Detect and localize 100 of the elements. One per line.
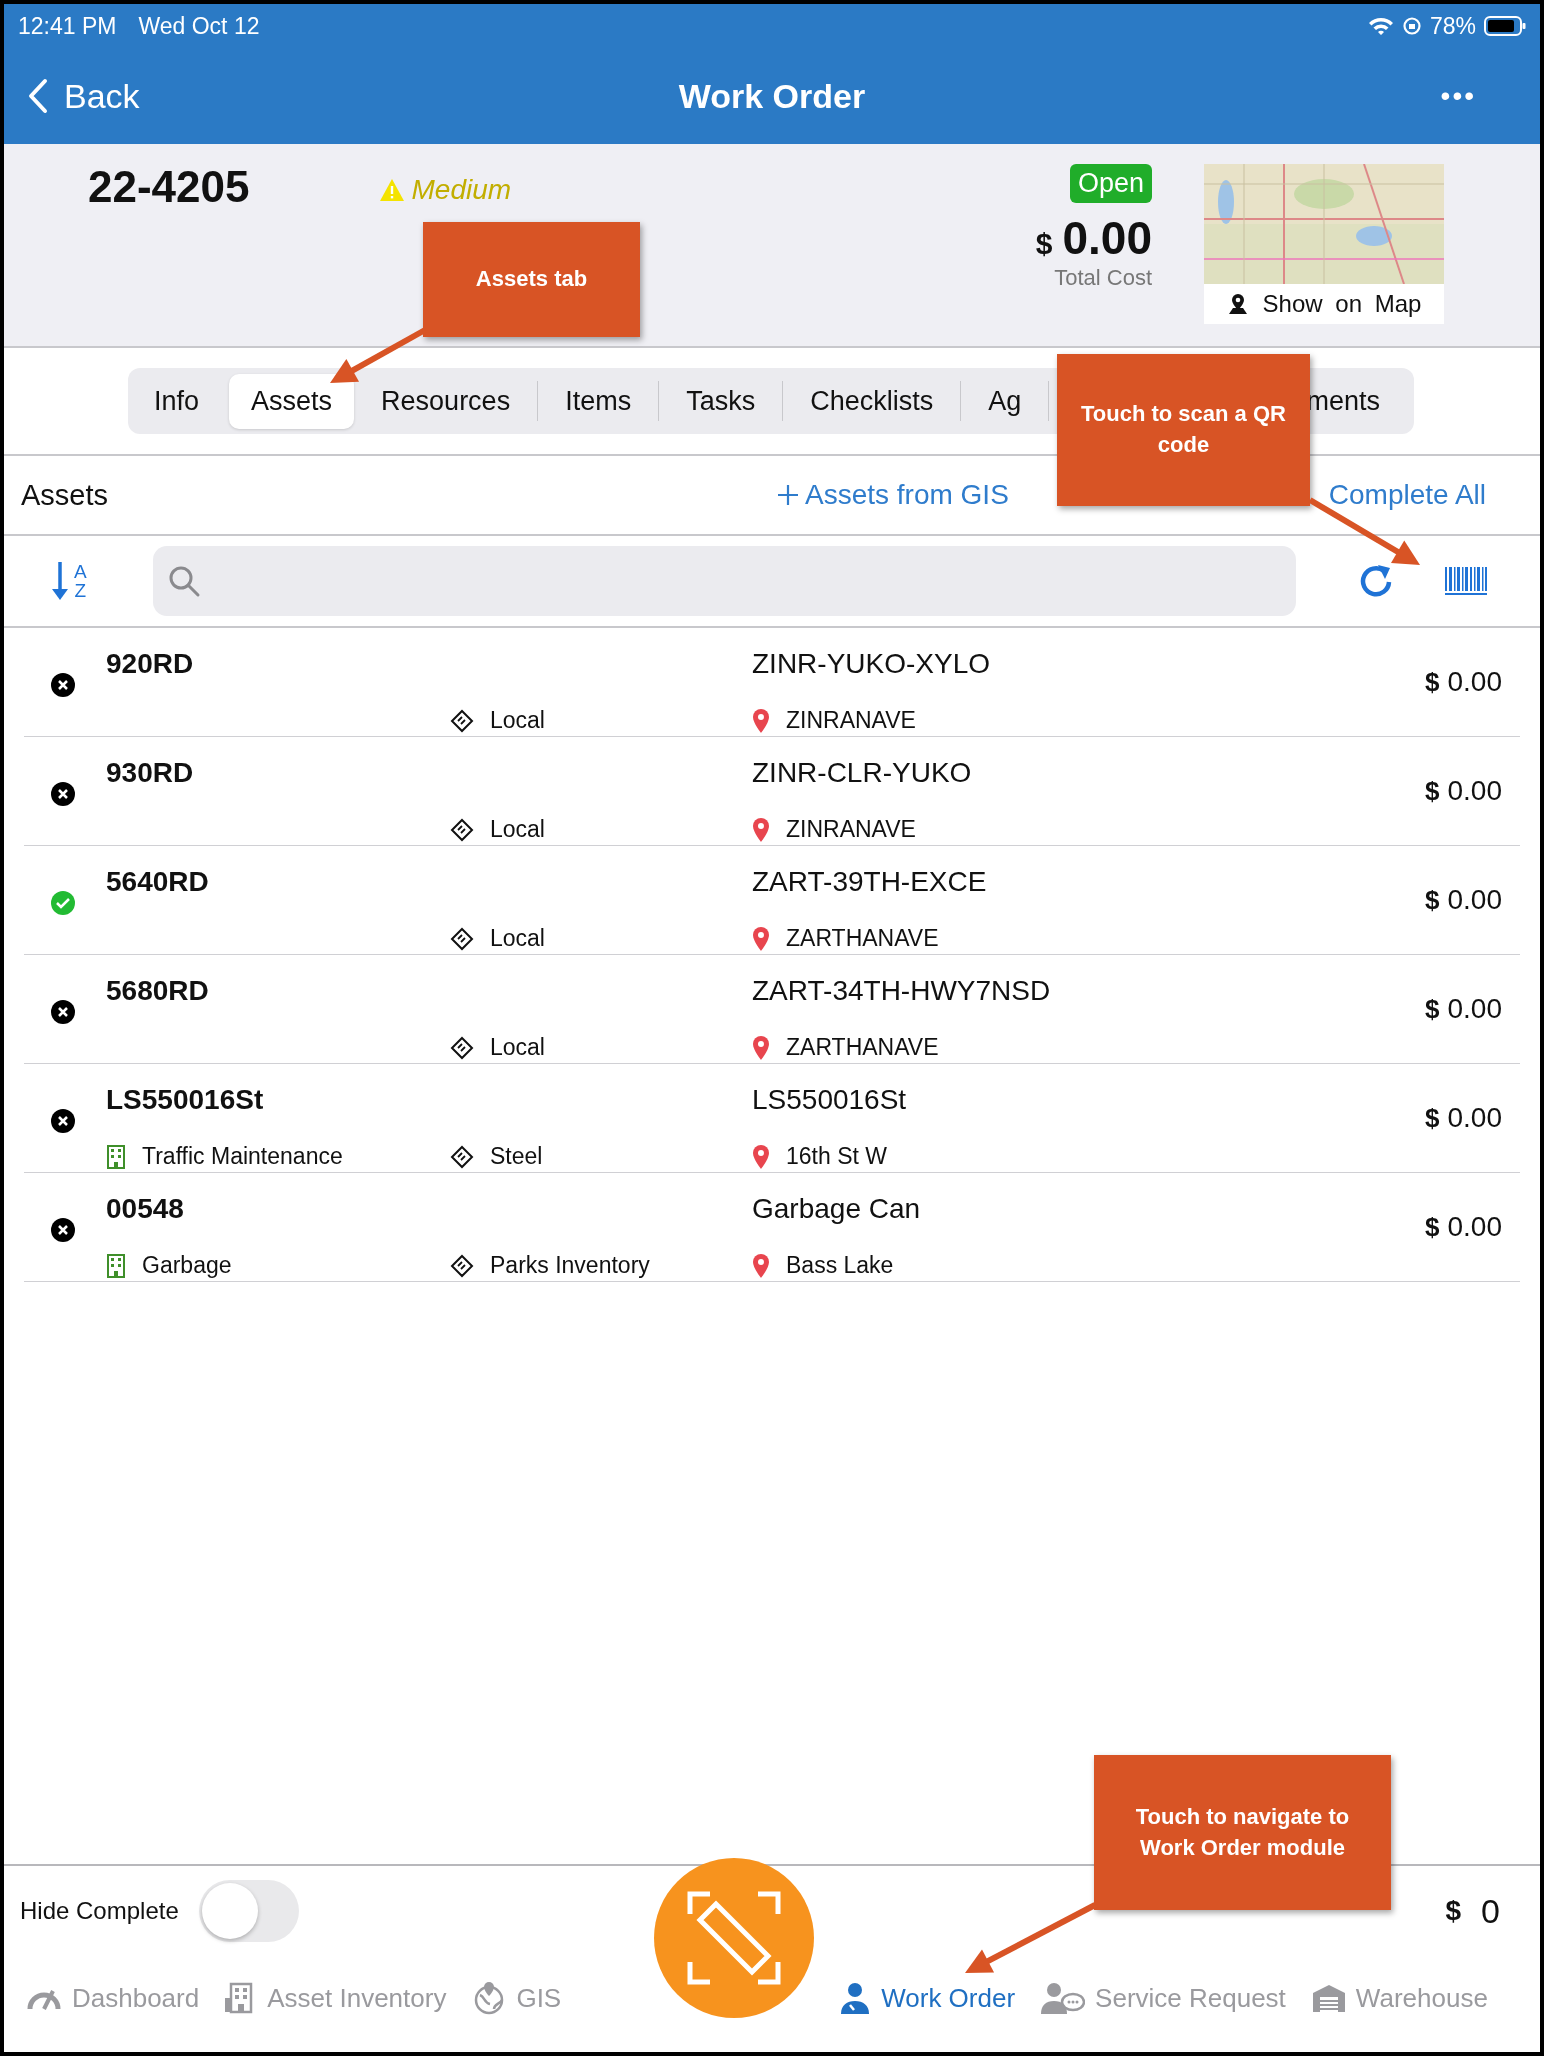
nav-item[interactable]: Dashboard <box>26 1982 200 2014</box>
asset-location: ZINRANAVE <box>786 816 916 843</box>
close-circle-icon[interactable] <box>50 781 76 807</box>
footer-total: 0 <box>1481 1891 1500 1931</box>
tab[interactable]: Tasks <box>659 373 783 429</box>
nav-item[interactable]: Work Order <box>839 1981 1016 2015</box>
currency-symbol: $ <box>1425 666 1440 698</box>
currency-symbol: $ <box>1425 884 1440 916</box>
hide-complete-label: Hide Complete <box>20 1897 179 1925</box>
callout: Touch to navigate to Work Order module <box>1094 1755 1391 1910</box>
asset-id: LS550016St <box>106 1084 265 1116</box>
nav-item[interactable]: GIS <box>472 1981 562 2015</box>
currency-symbol: $ <box>1425 993 1440 1025</box>
tab[interactable]: Ag <box>961 373 1049 429</box>
currency-symbol: $ <box>1425 1211 1440 1243</box>
complete-all-button[interactable]: Complete All <box>1328 479 1486 511</box>
asset-description: Garbage Can <box>752 1193 922 1225</box>
asset-location: ZARTHANAVE <box>786 925 939 952</box>
chevron-left-icon <box>28 78 48 114</box>
asset-id: 930RD <box>106 757 195 789</box>
close-circle-icon[interactable] <box>50 1108 76 1134</box>
asset-location: ZINRANAVE <box>786 707 916 734</box>
battery-icon <box>1484 16 1526 36</box>
search-field[interactable] <box>152 546 1296 616</box>
tab[interactable]: Checklists <box>783 373 961 429</box>
close-circle-icon[interactable] <box>50 999 76 1025</box>
tab[interactable]: Info <box>132 373 230 429</box>
worker-icon <box>839 1981 872 2015</box>
section-title: Assets <box>21 478 109 512</box>
scan-frame-icon <box>686 1890 782 1986</box>
asset-type: Parks Inventory <box>490 1252 650 1279</box>
close-circle-icon[interactable] <box>50 1217 76 1243</box>
asset-location: ZARTHANAVE <box>786 1034 939 1061</box>
location-pin-icon <box>752 707 770 734</box>
tab[interactable]: Items <box>538 373 659 429</box>
asset-category: Garbage <box>142 1252 232 1279</box>
barcode-icon[interactable] <box>1443 565 1488 597</box>
asset-type: Local <box>490 816 545 843</box>
location-pin-icon <box>752 1252 770 1279</box>
sort-button[interactable]: A Z <box>50 560 87 602</box>
down-arrow-icon <box>50 560 70 602</box>
callout: Assets tab <box>423 222 640 337</box>
tag-icon <box>450 708 474 733</box>
asset-description: ZART-39TH-EXCE <box>752 866 988 898</box>
battery-percentage: 78% <box>1429 12 1476 40</box>
tag-icon <box>450 1253 474 1278</box>
nav-item[interactable]: Asset Inventory <box>225 1982 447 2014</box>
location-pin-icon <box>752 816 770 843</box>
priority-label: Medium <box>411 174 512 206</box>
asset-cost: 0.00 <box>1447 993 1502 1025</box>
building-icon <box>106 1253 126 1278</box>
warehouse-icon <box>1311 1983 1346 2013</box>
tab[interactable]: Resources <box>354 373 538 429</box>
asset-id: 5640RD <box>106 866 210 898</box>
location-pin-icon <box>752 925 770 952</box>
currency-symbol: $ <box>1425 775 1440 807</box>
warning-icon <box>379 178 406 202</box>
tab[interactable]: Assets <box>229 373 355 429</box>
asset-description: LS550016St <box>752 1084 908 1116</box>
asset-description: ZINR-YUKO-XYLO <box>752 648 992 680</box>
asset-cost: 0.00 <box>1447 1102 1502 1134</box>
status-date: Wed Oct 12 <box>138 12 260 40</box>
tag-icon <box>450 1035 474 1060</box>
more-button[interactable]: ••• <box>1440 76 1516 116</box>
asset-type: Local <box>490 707 545 734</box>
assets-from-gis-button[interactable]: Assets from GIS <box>777 479 1009 511</box>
nav-item[interactable]: Service Request <box>1041 1981 1286 2015</box>
asset-description: ZART-34TH-HWY7NSD <box>752 975 1052 1007</box>
tag-icon <box>450 926 474 951</box>
total-cost-label: Total Cost <box>1054 265 1152 291</box>
back-button[interactable]: Back <box>28 72 140 120</box>
asset-id: 5680RD <box>106 975 210 1007</box>
tag-icon <box>450 1144 474 1169</box>
plus-icon <box>777 484 799 506</box>
close-circle-icon[interactable] <box>50 672 76 698</box>
asset-location: Bass Lake <box>786 1252 894 1279</box>
currency-symbol: $ <box>1445 1895 1462 1927</box>
currency-symbol: $ <box>1425 1102 1440 1134</box>
show-on-map-button[interactable]: Show on Map <box>1204 284 1444 324</box>
building-icon <box>106 1144 126 1169</box>
person-chat-icon <box>1041 1981 1086 2015</box>
total-cost-amount: 0.00 <box>1062 211 1152 265</box>
asset-id: 00548 <box>106 1193 185 1225</box>
asset-cost: 0.00 <box>1447 1211 1502 1243</box>
asset-type: Local <box>490 925 545 952</box>
currency-symbol: $ <box>1035 227 1053 261</box>
asset-type: Steel <box>490 1143 543 1170</box>
tag-icon <box>450 817 474 842</box>
asset-description: ZINR-CLR-YUKO <box>752 757 973 789</box>
asset-type: Local <box>490 1034 545 1061</box>
asset-cost: 0.00 <box>1447 666 1502 698</box>
asset-id: 920RD <box>106 648 195 680</box>
check-circle-icon[interactable] <box>50 890 76 916</box>
rotation-lock-icon <box>1401 16 1422 36</box>
location-pin-icon <box>752 1143 770 1170</box>
status-badge: Open <box>1069 164 1152 203</box>
nav-item[interactable]: Warehouse <box>1311 1982 1488 2014</box>
asset-category: Traffic Maintenance <box>142 1143 343 1170</box>
location-pin-icon <box>752 1034 770 1061</box>
asset-location: 16th St W <box>786 1143 887 1170</box>
